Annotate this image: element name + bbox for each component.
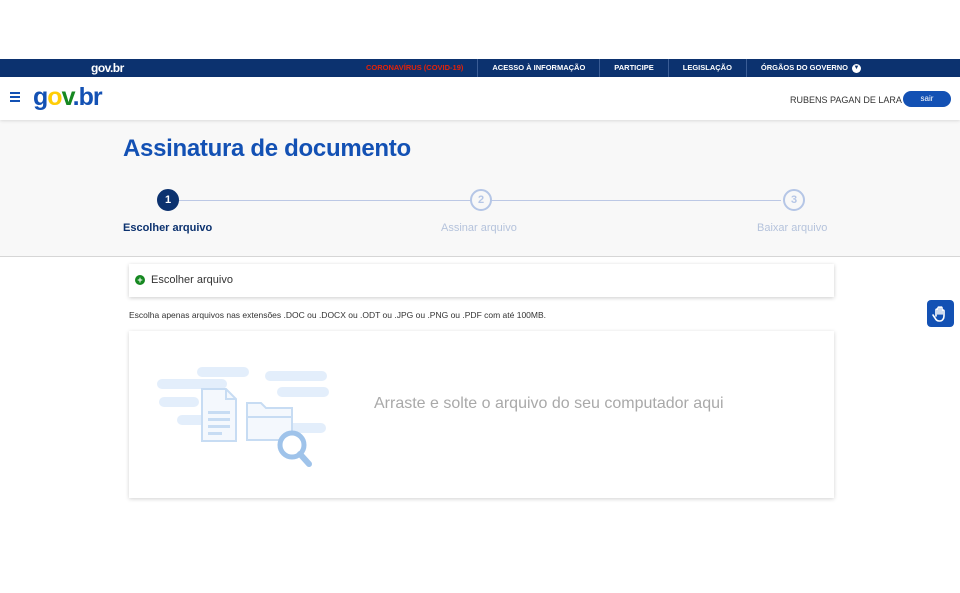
choose-file-button[interactable]: + Escolher arquivo [129,264,834,297]
link-participe[interactable]: PARTICIPE [599,59,667,77]
step-2-circle: 2 [470,189,492,211]
govbr-logo[interactable]: gov.br [33,83,103,112]
govbr-mini-logo[interactable]: gov.br [91,61,124,75]
choose-file-label: Escolher arquivo [151,274,233,286]
dropzone-text: Arraste e solte o arquivo do seu computa… [374,395,724,412]
step-1-circle[interactable]: 1 [157,189,179,211]
step-1-label: Escolher arquivo [123,222,213,234]
link-orgaos-label: ÓRGÃOS DO GOVERNO [760,63,849,72]
plus-circle-icon: + [135,275,145,285]
chevron-down-icon: ▼ [852,64,862,73]
step-3-label: Baixar arquivo [757,222,828,234]
gov-top-bar: gov.br CORONAVÍRUS (COVID-19) ACESSO À I… [0,59,960,77]
step-2-label: Assinar arquivo [441,222,517,234]
logo-letter-v: v [61,83,74,111]
logout-button[interactable]: sair [903,91,951,107]
logo-br: br [78,83,103,111]
accessibility-button[interactable] [927,300,954,327]
file-extensions-hint: Escolha apenas arquivos nas extensões .D… [129,310,547,320]
user-name: RUBENS PAGAN DE LARA [790,95,902,105]
logo-letter-g: g [33,83,48,111]
logo-letter-o: o [47,83,62,111]
files-search-illustration [157,367,329,467]
link-acesso-informacao[interactable]: ACESSO À INFORMAÇÃO [477,59,599,77]
step-3-circle: 3 [783,189,805,211]
page-title: Assinatura de documento [123,135,411,162]
top-links: CORONAVÍRUS (COVID-19) ACESSO À INFORMAÇ… [352,59,875,77]
link-covid[interactable]: CORONAVÍRUS (COVID-19) [352,59,477,77]
hand-sign-language-icon [932,306,945,322]
hamburger-icon[interactable] [10,92,20,102]
title-band: Assinatura de documento 1 Escolher arqui… [0,120,960,257]
site-header: gov.br RUBENS PAGAN DE LARA sair [0,77,960,120]
file-dropzone[interactable]: Arraste e solte o arquivo do seu computa… [129,331,834,498]
link-orgaos-governo[interactable]: ÓRGÃOS DO GOVERNO ▼ [745,59,875,77]
link-legislacao[interactable]: LEGISLAÇÃO [667,59,746,77]
